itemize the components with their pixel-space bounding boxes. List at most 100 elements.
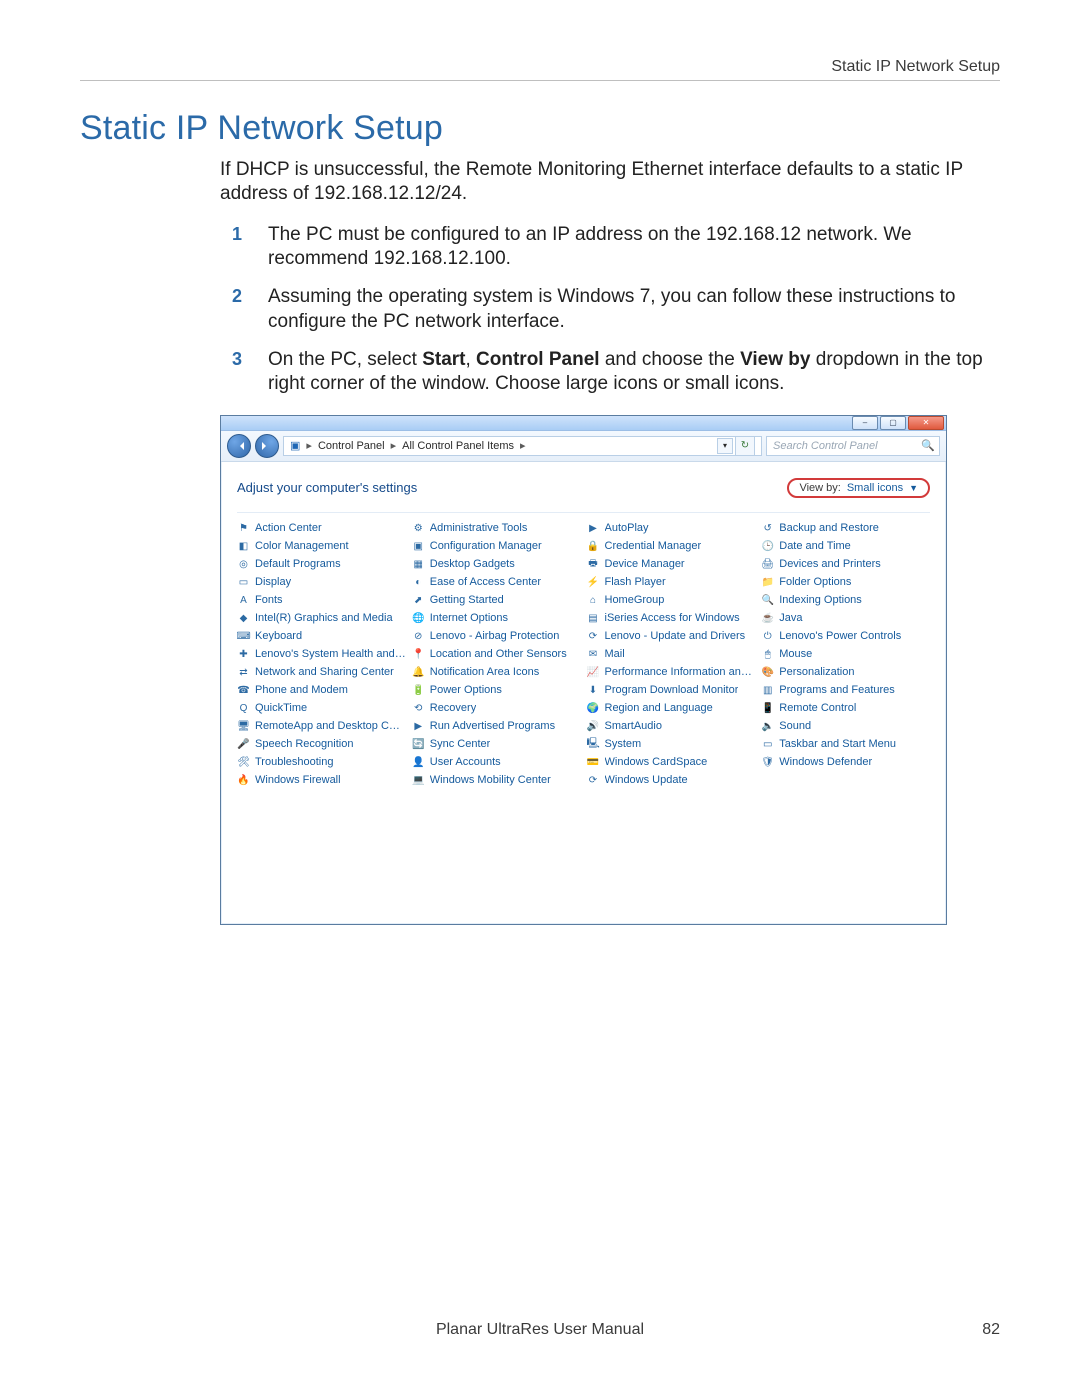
control-panel-item[interactable]: 🔄Sync Center <box>412 737 581 752</box>
item-label: Power Options <box>430 684 502 696</box>
item-icon: ▦ <box>412 558 425 571</box>
control-panel-item[interactable]: 🔔Notification Area Icons <box>412 665 581 680</box>
control-panel-item[interactable]: ⬈Getting Started <box>412 593 581 608</box>
refresh-button[interactable]: ↻ <box>735 436 755 456</box>
item-icon: 🖨 <box>761 558 774 571</box>
control-panel-item[interactable]: 🌍Region and Language <box>587 701 756 716</box>
control-panel-item[interactable]: 🎤Speech Recognition <box>237 737 406 752</box>
item-label: Internet Options <box>430 612 508 624</box>
control-panel-item[interactable]: ⚡Flash Player <box>587 575 756 590</box>
item-label: Folder Options <box>779 576 851 588</box>
control-panel-item[interactable]: 📈Performance Information and Tools <box>587 665 756 680</box>
item-icon: ▭ <box>761 738 774 751</box>
control-panel-item[interactable]: ⇄Network and Sharing Center <box>237 665 406 680</box>
control-panel-item[interactable]: ◆Intel(R) Graphics and Media <box>237 611 406 626</box>
nav-back-button[interactable] <box>227 434 251 458</box>
control-panel-item[interactable]: 🎨Personalization <box>761 665 930 680</box>
maximize-button[interactable]: ▢ <box>880 416 906 430</box>
control-panel-item[interactable]: 🖱Mouse <box>761 647 930 662</box>
item-label: QuickTime <box>255 702 307 714</box>
control-panel-item[interactable]: ▭Taskbar and Start Menu <box>761 737 930 752</box>
item-label: Fonts <box>255 594 283 606</box>
chevron-right-icon: ▸ <box>520 439 526 452</box>
item-icon: Q <box>237 702 250 715</box>
control-panel-item[interactable]: 🔈Sound <box>761 719 930 734</box>
close-button[interactable]: ✕ <box>908 416 944 430</box>
control-panel-item[interactable]: 🖥RemoteApp and Desktop Connections <box>237 719 406 734</box>
control-panel-item[interactable]: Q QuickTime <box>237 701 406 716</box>
item-icon: 👤 <box>412 756 425 769</box>
item-icon: 🔍 <box>761 594 774 607</box>
item-label: Personalization <box>779 666 854 678</box>
control-panel-item[interactable]: ✚Lenovo's System Health and Diagno… <box>237 647 406 662</box>
control-panel-item[interactable]: 🔋Power Options <box>412 683 581 698</box>
control-panel-item[interactable]: ▶AutoPlay <box>587 521 756 536</box>
step-list: The PC must be configured to an IP addre… <box>220 223 990 397</box>
control-panel-item[interactable]: 📁Folder Options <box>761 575 930 590</box>
item-label: Windows Defender <box>779 756 872 768</box>
control-panel-item[interactable]: ⚙Administrative Tools <box>412 521 581 536</box>
item-label: Device Manager <box>605 558 685 570</box>
viewby-dropdown[interactable]: View by: Small icons ▼ <box>787 478 930 498</box>
control-panel-item[interactable]: ◐Ease of Access Center <box>412 575 581 590</box>
control-panel-item[interactable]: 🌐 Internet Options <box>412 611 581 626</box>
item-icon: ▣ <box>412 540 425 553</box>
control-panel-item[interactable]: ⌂HomeGroup <box>587 593 756 608</box>
control-panel-item[interactable]: ▤iSeries Access for Windows <box>587 611 756 626</box>
nav-forward-button[interactable] <box>255 434 279 458</box>
control-panel-item[interactable]: 🕒Date and Time <box>761 539 930 554</box>
control-panel-item[interactable]: 💻Windows Mobility Center <box>412 773 581 788</box>
search-input[interactable]: Search Control Panel 🔍 <box>766 436 940 456</box>
breadcrumb-item-control-panel[interactable]: Control Panel <box>318 440 385 452</box>
control-panel-item[interactable]: 🖨Devices and Printers <box>761 557 930 572</box>
address-bar[interactable]: ▣ ▸ Control Panel ▸ All Control Panel It… <box>283 436 762 456</box>
control-panel-item[interactable]: ◧Color Management <box>237 539 406 554</box>
control-panel-item[interactable]: ▦Desktop Gadgets <box>412 557 581 572</box>
item-label: Programs and Features <box>779 684 895 696</box>
control-panel-item[interactable]: 📍Location and Other Sensors <box>412 647 581 662</box>
control-panel-item[interactable]: ✉Mail <box>587 647 756 662</box>
item-icon: ◆ <box>237 612 250 625</box>
control-panel-item[interactable]: ⏻Lenovo's Power Controls <box>761 629 930 644</box>
step-1: The PC must be configured to an IP addre… <box>268 223 990 272</box>
control-panel-item[interactable]: ⟳Lenovo - Update and Drivers <box>587 629 756 644</box>
item-label: Speech Recognition <box>255 738 353 750</box>
breadcrumb-item-all-items[interactable]: All Control Panel Items <box>402 440 514 452</box>
control-panel-item[interactable]: ▥ Programs and Features <box>761 683 930 698</box>
control-panel-item[interactable]: ▭Display <box>237 575 406 590</box>
control-panel-item[interactable]: ⟲Recovery <box>412 701 581 716</box>
control-panel-item[interactable]: AFonts <box>237 593 406 608</box>
address-dropdown-button[interactable]: ▾ <box>717 438 733 454</box>
intro-paragraph: If DHCP is unsuccessful, the Remote Moni… <box>220 158 990 207</box>
control-panel-item[interactable]: 🔊SmartAudio <box>587 719 756 734</box>
control-panel-item[interactable]: ⚑Action Center <box>237 521 406 536</box>
control-panel-item[interactable]: 📱Remote Control <box>761 701 930 716</box>
control-panel-item[interactable]: ↺Backup and Restore <box>761 521 930 536</box>
control-panel-item[interactable]: ▣ Configuration Manager <box>412 539 581 554</box>
control-panel-item[interactable]: 👤User Accounts <box>412 755 581 770</box>
control-panel-item[interactable]: 💳Windows CardSpace <box>587 755 756 770</box>
control-panel-item[interactable]: 🛠Troubleshooting <box>237 755 406 770</box>
control-panel-item[interactable]: ☎Phone and Modem <box>237 683 406 698</box>
item-label: Configuration Manager <box>430 540 542 552</box>
control-panel-item[interactable]: 🖶Device Manager <box>587 557 756 572</box>
item-label: Recovery <box>430 702 476 714</box>
minimize-button[interactable]: – <box>852 416 878 430</box>
control-panel-item[interactable]: 🛡Windows Defender <box>761 755 930 770</box>
control-panel-item[interactable]: ◎Default Programs <box>237 557 406 572</box>
item-icon: ⚙ <box>412 522 425 535</box>
control-panel-item[interactable]: 🖳System <box>587 737 756 752</box>
control-panel-item[interactable]: 🔒Credential Manager <box>587 539 756 554</box>
item-icon: ▥ <box>761 684 774 697</box>
control-panel-item[interactable]: ⬇Program Download Monitor <box>587 683 756 698</box>
control-panel-item[interactable]: ⊘Lenovo - Airbag Protection <box>412 629 581 644</box>
control-panel-item[interactable]: 🔍Indexing Options <box>761 593 930 608</box>
item-label: Phone and Modem <box>255 684 348 696</box>
control-panel-item[interactable]: ⌨Keyboard <box>237 629 406 644</box>
control-panel-item[interactable]: ▶Run Advertised Programs <box>412 719 581 734</box>
control-panel-window: – ▢ ✕ ▣ ▸ Control Panel ▸ All Control Pa… <box>220 415 947 925</box>
control-panel-item[interactable]: 🔥Windows Firewall <box>237 773 406 788</box>
control-panel-item[interactable]: ⟳Windows Update <box>587 773 756 788</box>
item-icon: 🌐 <box>412 612 425 625</box>
control-panel-item[interactable]: ☕Java <box>761 611 930 626</box>
